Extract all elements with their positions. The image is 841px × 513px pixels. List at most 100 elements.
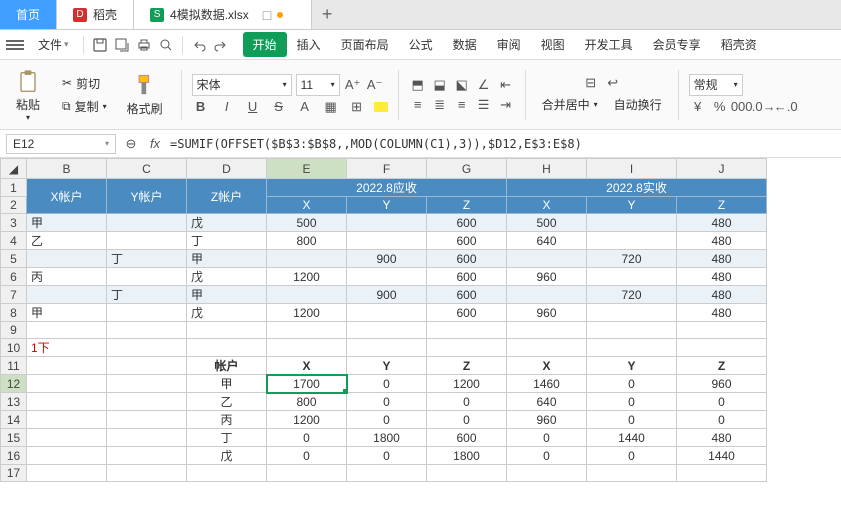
cell[interactable]: [27, 429, 107, 447]
cell[interactable]: [507, 465, 587, 482]
cell[interactable]: 乙: [187, 393, 267, 411]
file-menu[interactable]: 文件▾: [30, 34, 77, 55]
cell[interactable]: Z帐户: [187, 179, 267, 214]
cell[interactable]: 480: [677, 429, 767, 447]
cell[interactable]: 0: [587, 393, 677, 411]
col-header[interactable]: H: [507, 159, 587, 179]
cell[interactable]: [347, 339, 427, 357]
cell[interactable]: [107, 322, 187, 339]
col-header[interactable]: D: [187, 159, 267, 179]
cell[interactable]: 480: [677, 232, 767, 250]
align-mid-icon[interactable]: ⬓: [431, 76, 449, 94]
cell[interactable]: 600: [427, 214, 507, 232]
cell[interactable]: 2022.8应收: [267, 179, 507, 197]
cell[interactable]: 0: [427, 393, 507, 411]
cell[interactable]: [267, 286, 347, 304]
select-all-corner[interactable]: ◢: [1, 159, 27, 179]
merge-button[interactable]: 合并居中▾: [536, 94, 604, 115]
cell[interactable]: 丁: [187, 232, 267, 250]
cell[interactable]: 乙: [27, 232, 107, 250]
cell[interactable]: 戊: [187, 304, 267, 322]
cell[interactable]: [427, 465, 507, 482]
row-header[interactable]: 16: [1, 447, 27, 465]
close-icon[interactable]: □: [263, 7, 271, 23]
cut-button[interactable]: ✂剪切: [56, 73, 113, 94]
menutab-dev[interactable]: 开发工具: [575, 32, 643, 57]
cancel-icon[interactable]: ⊖: [122, 135, 140, 153]
cell[interactable]: [507, 286, 587, 304]
cell[interactable]: [27, 375, 107, 393]
cell[interactable]: [347, 465, 427, 482]
cell[interactable]: [107, 393, 187, 411]
cell[interactable]: 600: [427, 268, 507, 286]
col-header[interactable]: E: [267, 159, 347, 179]
cell[interactable]: 480: [677, 304, 767, 322]
new-tab-button[interactable]: +: [312, 0, 342, 29]
align-right-icon[interactable]: ≡: [453, 96, 471, 114]
cell[interactable]: [107, 411, 187, 429]
row-header[interactable]: 7: [1, 286, 27, 304]
row-header[interactable]: 4: [1, 232, 27, 250]
menutab-review[interactable]: 审阅: [487, 32, 531, 57]
decrease-font-icon[interactable]: A⁻: [366, 76, 384, 94]
cell[interactable]: [27, 286, 107, 304]
cell[interactable]: 0: [427, 411, 507, 429]
cell[interactable]: [27, 393, 107, 411]
cell[interactable]: [507, 250, 587, 268]
cell[interactable]: X帐户: [27, 179, 107, 214]
cell[interactable]: [677, 339, 767, 357]
cell[interactable]: 900: [347, 286, 427, 304]
cell[interactable]: [27, 322, 107, 339]
cell[interactable]: 0: [347, 447, 427, 465]
tab-docer[interactable]: D稻壳: [57, 0, 134, 29]
hamburger-icon[interactable]: [6, 40, 24, 50]
cell[interactable]: 1200: [267, 411, 347, 429]
menutab-data[interactable]: 数据: [443, 32, 487, 57]
cell[interactable]: [187, 322, 267, 339]
cell[interactable]: 960: [677, 375, 767, 393]
cell[interactable]: [107, 232, 187, 250]
align-bot-icon[interactable]: ⬕: [453, 76, 471, 94]
cell[interactable]: 0: [267, 447, 347, 465]
cell[interactable]: 甲: [187, 286, 267, 304]
indent-dec-icon[interactable]: ⇤: [497, 76, 515, 94]
cell[interactable]: [427, 339, 507, 357]
dec-inc-icon[interactable]: .0→: [755, 98, 773, 116]
cell[interactable]: 戊: [187, 268, 267, 286]
menutab-insert[interactable]: 插入: [287, 32, 331, 57]
cell[interactable]: 1800: [427, 447, 507, 465]
col-header[interactable]: G: [427, 159, 507, 179]
row-header[interactable]: 5: [1, 250, 27, 268]
cell[interactable]: 丙: [27, 268, 107, 286]
wrap-button[interactable]: 自动换行: [608, 94, 668, 115]
dec-dec-icon[interactable]: ←.0: [777, 98, 795, 116]
cell[interactable]: [267, 250, 347, 268]
row-header[interactable]: 10: [1, 339, 27, 357]
cell[interactable]: 戊: [187, 214, 267, 232]
align-top-icon[interactable]: ⬒: [409, 76, 427, 94]
increase-font-icon[interactable]: A⁺: [344, 76, 362, 94]
cell[interactable]: [27, 357, 107, 375]
number-format-select[interactable]: 常规▾: [689, 74, 743, 96]
cell[interactable]: [27, 250, 107, 268]
cell[interactable]: [107, 465, 187, 482]
copy-button[interactable]: ⧉复制▾: [56, 96, 113, 117]
cell[interactable]: [267, 465, 347, 482]
tab-file[interactable]: S 4模拟数据.xlsx □: [134, 0, 312, 29]
cell[interactable]: 0: [587, 447, 677, 465]
cell[interactable]: 0: [347, 411, 427, 429]
cell[interactable]: X: [267, 357, 347, 375]
formula-input[interactable]: =SUMIF(OFFSET($B$3:$B$8,,MOD(COLUMN(C1),…: [170, 137, 582, 151]
cell[interactable]: 720: [587, 286, 677, 304]
cell[interactable]: 600: [427, 250, 507, 268]
undo-icon[interactable]: [189, 35, 209, 55]
cell[interactable]: Z: [677, 357, 767, 375]
cell[interactable]: 500: [507, 214, 587, 232]
redo-icon[interactable]: [211, 35, 231, 55]
cell[interactable]: 0: [507, 429, 587, 447]
cell[interactable]: 1700: [267, 375, 347, 393]
cell[interactable]: [347, 304, 427, 322]
cell[interactable]: 1下: [27, 339, 107, 357]
row-header[interactable]: 8: [1, 304, 27, 322]
cell[interactable]: Y帐户: [107, 179, 187, 214]
